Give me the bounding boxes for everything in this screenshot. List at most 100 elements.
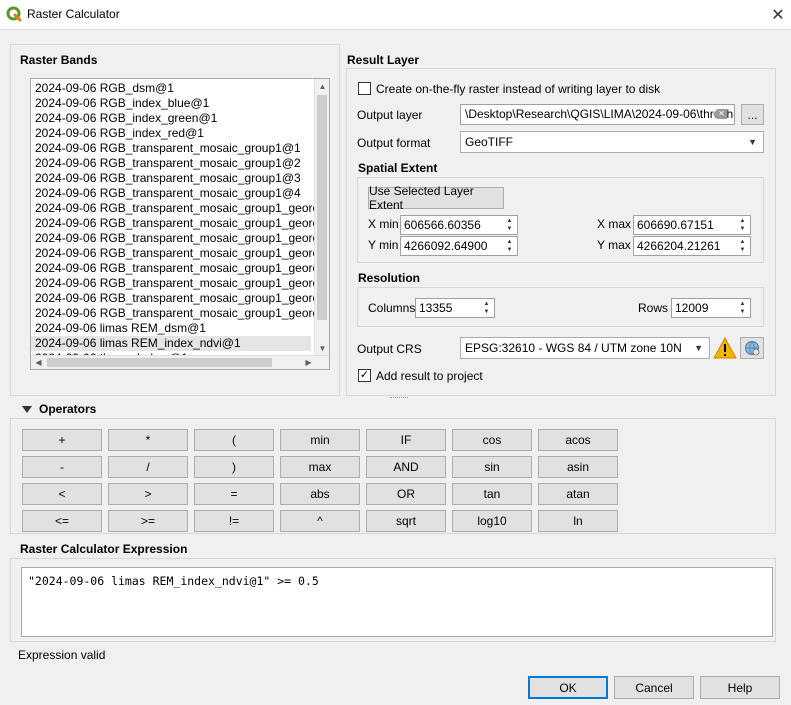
raster-band-item[interactable]: 2024-09-06 RGB_dsm@1 — [35, 81, 174, 96]
spatial-extent-title: Spatial Extent — [358, 161, 438, 175]
operator-button[interactable]: sqrt — [366, 510, 446, 532]
cancel-button[interactable]: Cancel — [614, 676, 694, 699]
on-the-fly-label: Create on-the-fly raster instead of writ… — [376, 82, 661, 96]
operator-button[interactable]: ) — [194, 456, 274, 478]
raster-band-item[interactable]: 2024-09-06 limas REM_index_ndvi@1 — [31, 336, 311, 351]
operator-button[interactable]: - — [22, 456, 102, 478]
rows-spinbox[interactable]: 12009 ▲ ▼ — [671, 298, 751, 318]
ok-button[interactable]: OK — [528, 676, 608, 699]
operator-button[interactable]: AND — [366, 456, 446, 478]
operator-button[interactable]: + — [22, 429, 102, 451]
operator-button[interactable]: < — [22, 483, 102, 505]
ymin-spinbox[interactable]: 4266092.64900 ▲ ▼ — [400, 236, 518, 256]
crs-selector-button[interactable] — [740, 337, 764, 359]
output-format-select[interactable]: GeoTIFF ▼ — [460, 131, 764, 153]
raster-band-item[interactable]: 2024-09-06 RGB_transparent_mosaic_group1… — [35, 201, 329, 216]
add-result-label: Add result to project — [376, 369, 483, 383]
globe-icon — [745, 341, 760, 356]
operators-title[interactable]: Operators — [39, 402, 96, 416]
xmax-stepper[interactable]: ▲ ▼ — [736, 217, 749, 233]
output-format-value: GeoTIFF — [465, 135, 514, 149]
resolution-title: Resolution — [358, 271, 420, 285]
operator-button[interactable]: asin — [538, 456, 618, 478]
raster-band-item[interactable]: 2024-09-06 RGB_transparent_mosaic_group1… — [35, 261, 329, 276]
operator-button[interactable]: = — [194, 483, 274, 505]
raster-band-item[interactable]: 2024-09-06 RGB_transparent_mosaic_group1… — [35, 306, 329, 321]
raster-band-item[interactable]: 2024-09-06 RGB_transparent_mosaic_group1… — [35, 171, 301, 186]
operator-button[interactable]: * — [108, 429, 188, 451]
operator-button[interactable]: max — [280, 456, 360, 478]
operator-button[interactable]: atan — [538, 483, 618, 505]
operator-button[interactable]: / — [108, 456, 188, 478]
raster-band-item[interactable]: 2024-09-06 RGB_transparent_mosaic_group1… — [35, 141, 301, 156]
output-layer-field[interactable]: \Desktop\Research\QGIS\LIMA\2024-09-06\t… — [460, 104, 735, 125]
operator-button[interactable]: <= — [22, 510, 102, 532]
ymin-stepper[interactable]: ▲ ▼ — [503, 238, 516, 254]
help-button[interactable]: Help — [700, 676, 780, 699]
ymax-stepper[interactable]: ▲ ▼ — [736, 238, 749, 254]
scroll-right-arrow-icon[interactable]: ▶ — [301, 355, 316, 369]
operator-button[interactable]: ln — [538, 510, 618, 532]
xmax-spinbox[interactable]: 606690.67151 ▲ ▼ — [633, 215, 751, 235]
raster-band-item[interactable]: 2024-09-06 RGB_transparent_mosaic_group1… — [35, 156, 301, 171]
operator-button[interactable]: min — [280, 429, 360, 451]
ymax-spinbox[interactable]: 4266204.21261 ▲ ▼ — [633, 236, 751, 256]
operator-button[interactable]: sin — [452, 456, 532, 478]
operator-button[interactable]: abs — [280, 483, 360, 505]
xmin-spinbox[interactable]: 606566.60356 ▲ ▼ — [400, 215, 518, 235]
operator-button[interactable]: > — [108, 483, 188, 505]
operator-button[interactable]: >= — [108, 510, 188, 532]
scroll-up-arrow-icon[interactable]: ▲ — [315, 79, 329, 94]
raster-band-item[interactable]: 2024-09-06 RGB_transparent_mosaic_group1… — [35, 291, 329, 306]
raster-bands-title: Raster Bands — [20, 53, 98, 67]
output-layer-label: Output layer — [357, 108, 423, 122]
scroll-left-arrow-icon[interactable]: ◀ — [31, 355, 46, 369]
operator-button[interactable]: != — [194, 510, 274, 532]
on-the-fly-checkbox[interactable] — [358, 82, 371, 95]
scroll-thumb[interactable] — [317, 95, 327, 320]
vertical-scrollbar[interactable]: ▲ ▼ — [314, 79, 329, 356]
operator-button[interactable]: ^ — [280, 510, 360, 532]
raster-band-item[interactable]: 2024-09-06 RGB_transparent_mosaic_group1… — [35, 186, 301, 201]
close-button[interactable]: ✕ — [765, 2, 791, 28]
operator-button[interactable]: acos — [538, 429, 618, 451]
collapse-triangle-icon[interactable] — [22, 406, 32, 413]
browse-button[interactable]: ... — [741, 104, 764, 125]
operator-button[interactable]: cos — [452, 429, 532, 451]
raster-band-item[interactable]: 2024-09-06 RGB_index_blue@1 — [35, 96, 209, 111]
columns-stepper[interactable]: ▲ ▼ — [480, 300, 493, 316]
operator-button[interactable]: OR — [366, 483, 446, 505]
raster-band-item[interactable]: 2024-09-06 RGB_transparent_mosaic_group1… — [35, 216, 329, 231]
operator-button[interactable]: log10 — [452, 510, 532, 532]
columns-value: 13355 — [419, 301, 453, 315]
columns-spinbox[interactable]: 13355 ▲ ▼ — [415, 298, 495, 318]
use-selected-layer-extent-button[interactable]: Use Selected Layer Extent — [368, 184, 504, 212]
raster-band-item[interactable]: 2024-09-06 RGB_transparent_mosaic_group1… — [35, 231, 329, 246]
operator-button[interactable]: tan — [452, 483, 532, 505]
horizontal-scrollbar[interactable]: ◀ ▶ — [31, 355, 329, 369]
expression-status: Expression valid — [18, 648, 106, 662]
splitter-handle[interactable] — [390, 397, 408, 400]
xmin-label: X min — [368, 217, 399, 231]
warning-icon[interactable] — [713, 337, 737, 359]
raster-band-item[interactable]: 2024-09-06 RGB_transparent_mosaic_group1… — [35, 276, 329, 291]
raster-band-item[interactable]: 2024-09-06 RGB_index_red@1 — [35, 126, 204, 141]
window-title: Raster Calculator — [27, 7, 120, 21]
raster-bands-list[interactable]: 2024-09-06 RGB_dsm@1 2024-09-06 RGB_index… — [30, 78, 330, 370]
raster-band-item[interactable]: 2024-09-06 RGB_index_green@1 — [35, 111, 217, 126]
xmin-stepper[interactable]: ▲ ▼ — [503, 217, 516, 233]
operator-button[interactable]: IF — [366, 429, 446, 451]
columns-label: Columns — [368, 301, 416, 315]
raster-band-item[interactable]: 2024-09-06 limas REM_dsm@1 — [35, 321, 206, 336]
xmax-value: 606690.67151 — [637, 218, 714, 232]
horizontal-scroll-thumb[interactable] — [47, 358, 272, 367]
rows-stepper[interactable]: ▲ ▼ — [736, 300, 749, 316]
scroll-down-arrow-icon[interactable]: ▼ — [315, 341, 329, 356]
rows-value: 12009 — [675, 301, 709, 315]
output-crs-select[interactable]: EPSG:32610 - WGS 84 / UTM zone 10N ▼ — [460, 337, 710, 359]
ymax-label: Y max — [597, 238, 631, 252]
expression-editor[interactable]: "2024-09-06 limas REM_index_ndvi@1" >= 0… — [21, 567, 773, 637]
raster-band-item[interactable]: 2024-09-06 RGB_transparent_mosaic_group1… — [35, 246, 329, 261]
operator-button[interactable]: ( — [194, 429, 274, 451]
add-result-checkbox[interactable]: ✓ — [358, 369, 371, 382]
